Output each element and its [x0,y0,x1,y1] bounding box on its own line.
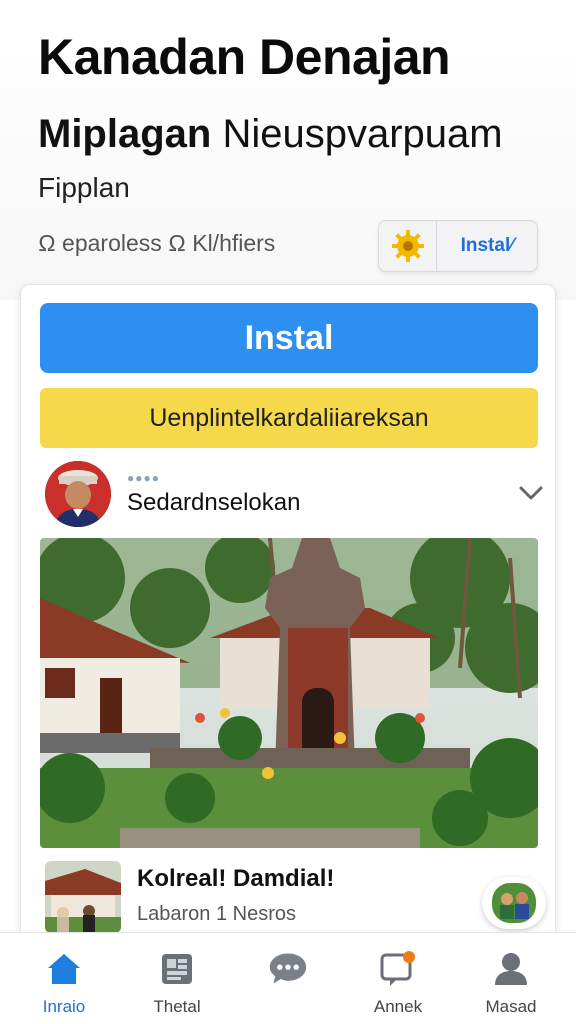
post-image-temple[interactable] [40,538,538,848]
tab-label-home: Inraio [42,997,86,1016]
grid-icon [162,954,192,984]
chevron-down-icon [519,486,543,500]
app-card: Instal Uenplintelkardaliiareksan ●●●● Se… [20,284,556,964]
profile-icon [495,953,527,985]
gear-icon [391,230,424,262]
tab-label-annek: Annek [373,997,423,1016]
avatar[interactable] [45,461,111,527]
app-header: Kanadan Denajan Miplagan Nieuspvarpuam F… [0,0,576,300]
section-label: Fipplan [38,172,130,203]
related-avatar-badge[interactable] [482,877,546,929]
post-author[interactable]: Sedardnselokan [127,489,300,517]
post-menu-button[interactable] [517,481,545,505]
notification-icon [380,951,415,986]
related-subtitle: Labaron 1 Nesros [137,903,296,925]
tab-annek[interactable]: Annek [348,933,448,1024]
post-dots: ●●●● [127,471,160,485]
related-thumbnail[interactable] [45,861,121,933]
post-header: ●●●● Sedardnselokan [45,461,545,531]
bottom-tab-bar: Inraio Thetal Annek Masad [0,932,576,1024]
tab-thetal[interactable]: Thetal [127,933,227,1024]
meta-row: Ω eparoless Ω Kl/hfiers [38,230,276,256]
tab-chat[interactable] [238,933,338,1024]
install-button[interactable]: Instal [40,303,538,373]
top-actions: Instal⁄ [378,220,538,272]
home-icon [48,954,80,984]
app-subtitle: Miplagan Nieuspvarpuam [38,112,503,157]
subtitle-bold: Miplagan [38,112,212,156]
tab-home[interactable]: Inraio [14,933,114,1024]
app-title: Kanadan Denajan [38,29,451,85]
tab-label-thetal: Thetal [153,997,201,1016]
top-install-button[interactable]: Instal⁄ [437,221,537,271]
settings-button[interactable] [379,221,437,271]
promo-button[interactable]: Uenplintelkardaliiareksan [40,388,538,448]
tab-profile[interactable]: Masad [461,933,561,1024]
subtitle-rest: Nieuspvarpuam [222,112,503,156]
tab-label-profile: Masad [485,997,537,1016]
chat-icon [269,953,307,984]
related-title: Kolreal! Damdial! [137,865,335,892]
